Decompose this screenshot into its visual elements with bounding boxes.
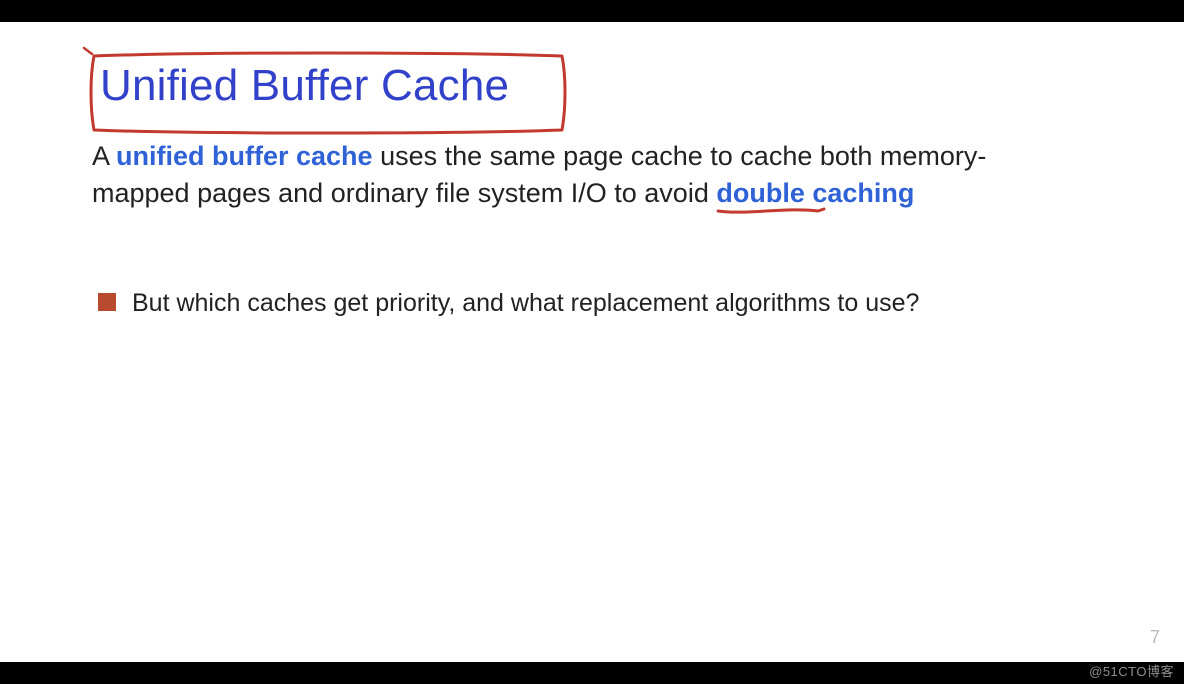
letterbox-bottom [0,662,1184,684]
body-pre: A [92,141,116,171]
keyword-unified-buffer-cache: unified buffer cache [116,141,373,171]
keyword-double-caching: double caching [716,175,914,211]
watermark: @51CTO博客 [1089,661,1174,680]
bullet-text: But which caches get priority, and what … [132,287,919,320]
page-number: 7 [1150,627,1160,648]
slide-title: Unified Buffer Cache [92,54,527,114]
slide: Unified Buffer Cache A unified buffer ca… [0,0,1184,684]
body-paragraph: A unified buffer cache uses the same pag… [92,138,1072,211]
title-wrap: Unified Buffer Cache [92,54,527,114]
slide-content: Unified Buffer Cache A unified buffer ca… [92,54,1124,320]
square-bullet-icon [98,293,116,311]
letterbox-top [0,0,1184,22]
bullet-item: But which caches get priority, and what … [92,287,1072,320]
